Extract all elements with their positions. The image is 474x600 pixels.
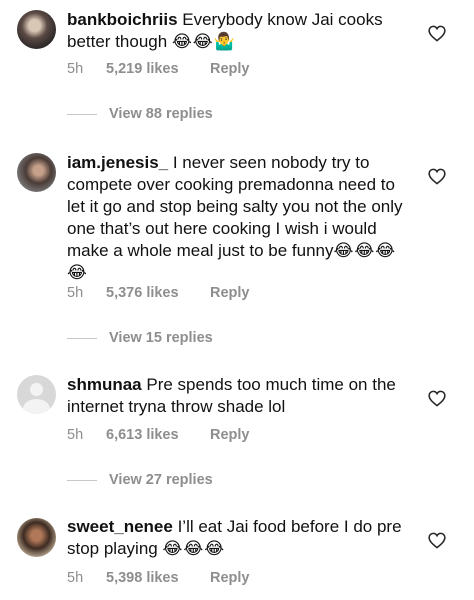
- divider-line: [67, 479, 97, 481]
- reply-button[interactable]: Reply: [210, 61, 250, 77]
- view-replies-label: View 15 replies: [109, 330, 213, 346]
- comment-emojis: 😂😂🤷‍♂️: [171, 32, 236, 51]
- comment-username[interactable]: shmunaa: [67, 375, 142, 394]
- comment-meta: 5h 5,219 likes Reply: [67, 61, 250, 77]
- reply-button[interactable]: Reply: [210, 427, 250, 443]
- view-replies-label: View 88 replies: [109, 106, 213, 122]
- avatar[interactable]: [17, 375, 56, 414]
- comment-username[interactable]: sweet_nenee: [67, 517, 173, 536]
- comment-time: 5h: [67, 61, 84, 77]
- comment-time: 5h: [67, 427, 84, 443]
- comment-text: iam.jenesis_ I never seen nobody try to …: [67, 152, 407, 284]
- comment-likes[interactable]: 5,376 likes: [106, 285, 210, 301]
- view-replies-button[interactable]: View 27 replies: [67, 472, 213, 488]
- comment-likes[interactable]: 5,219 likes: [106, 61, 210, 77]
- comment-meta: 5h 5,398 likes Reply: [67, 570, 250, 586]
- comment-username[interactable]: iam.jenesis_: [67, 153, 168, 172]
- heart-icon[interactable]: [428, 168, 446, 185]
- heart-icon[interactable]: [428, 390, 446, 407]
- comment-text: sweet_nenee I’ll eat Jai food before I d…: [67, 516, 407, 560]
- view-replies-button[interactable]: View 88 replies: [67, 106, 213, 122]
- comment-text: bankboichriis Everybody know Jai cooks b…: [67, 9, 407, 53]
- comment-likes[interactable]: 5,398 likes: [106, 570, 210, 586]
- comment-emojis: 😂😂😂: [162, 539, 226, 558]
- comment-username[interactable]: bankboichriis: [67, 10, 178, 29]
- comment-meta: 5h 5,376 likes Reply: [67, 285, 250, 301]
- comment-time: 5h: [67, 570, 84, 586]
- heart-icon[interactable]: [428, 532, 446, 549]
- avatar[interactable]: [17, 10, 56, 49]
- comment-text: shmunaa Pre spends too much time on the …: [67, 374, 407, 418]
- reply-button[interactable]: Reply: [210, 570, 250, 586]
- heart-icon[interactable]: [428, 25, 446, 42]
- reply-button[interactable]: Reply: [210, 285, 250, 301]
- view-replies-button[interactable]: View 15 replies: [67, 330, 213, 346]
- comment-likes[interactable]: 6,613 likes: [106, 427, 210, 443]
- avatar[interactable]: [17, 153, 56, 192]
- default-avatar-head: [30, 383, 43, 396]
- divider-line: [67, 113, 97, 115]
- divider-line: [67, 337, 97, 339]
- view-replies-label: View 27 replies: [109, 472, 213, 488]
- comment-meta: 5h 6,613 likes Reply: [67, 427, 250, 443]
- default-avatar-body: [23, 399, 50, 414]
- avatar[interactable]: [17, 518, 56, 557]
- comment-time: 5h: [67, 285, 84, 301]
